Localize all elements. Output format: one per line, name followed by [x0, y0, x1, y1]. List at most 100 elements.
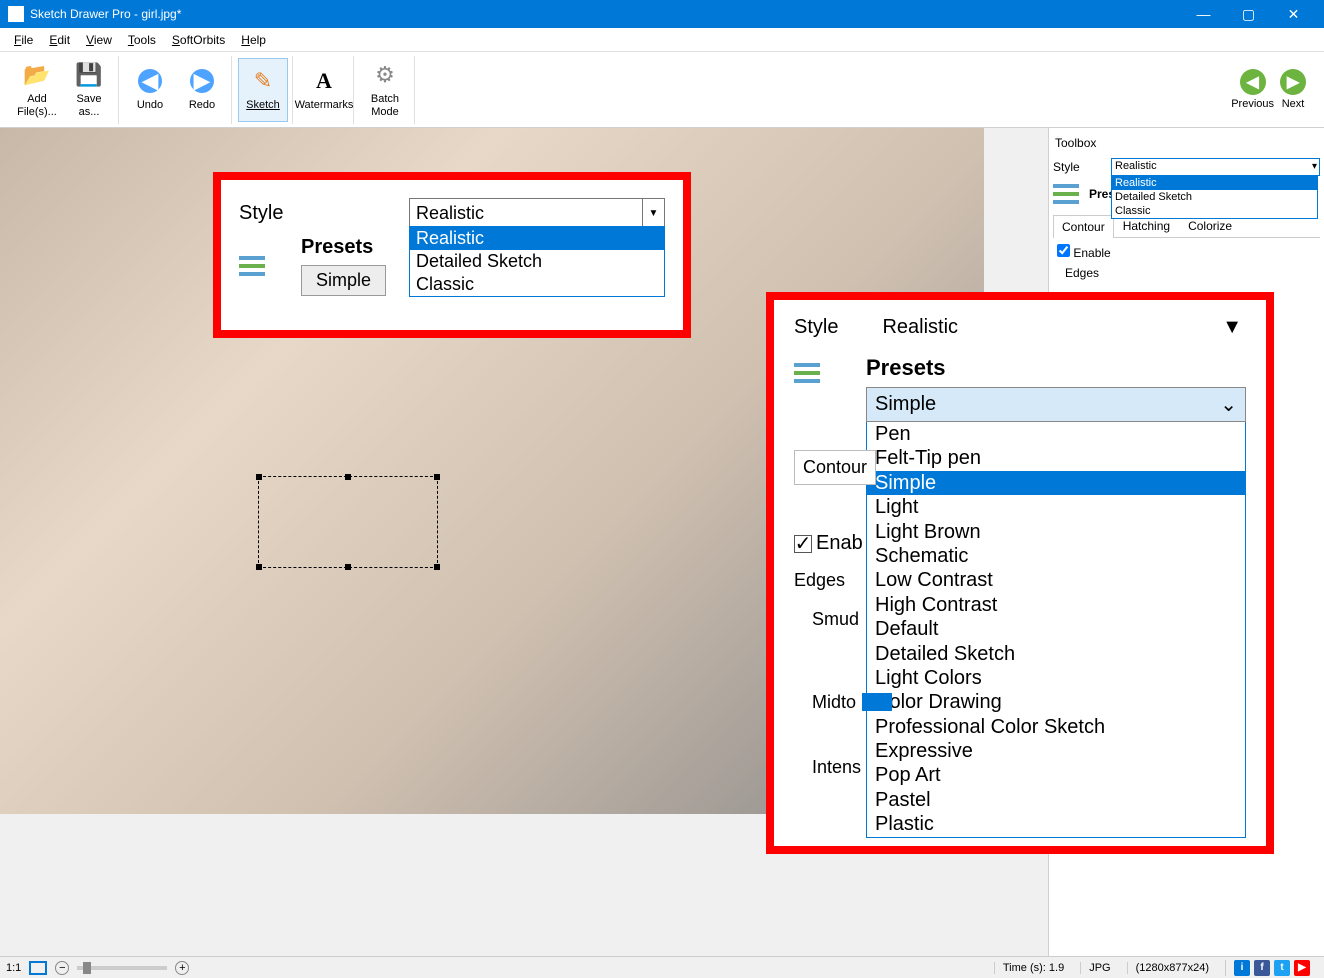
chevron-down-icon: ▼ [1222, 316, 1242, 339]
style-option[interactable]: Classic [410, 273, 664, 296]
sketch-button[interactable]: ✎ Sketch [238, 58, 288, 122]
social-links: i f t ▶ [1225, 960, 1318, 976]
style-option[interactable]: Detailed Sketch [1112, 190, 1317, 204]
youtube-icon[interactable]: ▶ [1294, 960, 1310, 976]
sliders-icon [239, 254, 285, 278]
facebook-icon[interactable]: f [1254, 960, 1270, 976]
style-select[interactable]: Realistic ▾ Realistic Detailed Sketch Cl… [1111, 158, 1320, 176]
enable-checkbox[interactable]: ✓ [794, 535, 812, 553]
titlebar: Sketch Drawer Pro - girl.jpg* — ▢ ✕ [0, 0, 1324, 28]
style-select[interactable]: Realistic ▼ [878, 314, 1246, 341]
selection-handle[interactable] [434, 564, 440, 570]
save-icon: 💾 [75, 61, 103, 89]
selection-handle[interactable] [345, 564, 351, 570]
status-dimensions: (1280x877x24) [1127, 962, 1217, 974]
batch-mode-button[interactable]: ⚙ Batch Mode [360, 58, 410, 122]
preset-option[interactable]: Pop Art [867, 763, 1245, 787]
undo-icon: ◀ [136, 67, 164, 95]
presets-label: Presets [301, 236, 386, 259]
sketch-icon: ✎ [249, 67, 277, 95]
window-title: Sketch Drawer Pro - girl.jpg* [30, 7, 1181, 21]
watermarks-button[interactable]: A Watermarks [299, 58, 349, 122]
toolbar: 📂 Add File(s)... 💾 Save as... ◀ Undo ▶ R… [0, 52, 1324, 128]
menu-tools[interactable]: Tools [122, 31, 162, 49]
preset-option[interactable]: Light [867, 495, 1245, 519]
preset-option[interactable]: Detailed Sketch [867, 642, 1245, 666]
tab-contour[interactable]: Contour [794, 450, 876, 485]
add-files-icon: 📂 [23, 61, 51, 89]
style-dropdown: Realistic Detailed Sketch Classic [1111, 175, 1318, 219]
batch-mode-icon: ⚙ [371, 61, 399, 89]
minimize-button[interactable]: — [1181, 0, 1226, 28]
tab-contour[interactable]: Contour [1053, 215, 1114, 238]
preset-option[interactable]: Color Drawing [867, 690, 1245, 714]
preset-option[interactable]: Simple [867, 471, 1245, 495]
fit-window-icon[interactable] [29, 961, 47, 975]
intensity-label: Intens [812, 757, 892, 778]
preset-option[interactable]: Plastic [867, 812, 1245, 836]
style-label: Style [239, 202, 379, 225]
presets-label: Presets [866, 355, 1246, 381]
app-icon [8, 6, 24, 22]
enable-checkbox[interactable]: Enable [1057, 246, 1111, 260]
chevron-down-icon: ▾ [1312, 161, 1317, 172]
style-option[interactable]: Classic [1112, 204, 1317, 218]
selection-rectangle[interactable] [258, 476, 438, 568]
preset-option[interactable]: Light Brown [867, 520, 1245, 544]
twitter-icon[interactable]: t [1274, 960, 1290, 976]
preset-button[interactable]: Simple [301, 265, 386, 296]
preset-option[interactable]: Professional Color Sketch [867, 715, 1245, 739]
sliders-icon [794, 355, 846, 385]
preset-option[interactable]: Default [867, 617, 1245, 641]
selection-handle[interactable] [256, 564, 262, 570]
zoom-ratio: 1:1 [6, 962, 21, 974]
preset-option[interactable]: Light Colors [867, 666, 1245, 690]
save-as-button[interactable]: 💾 Save as... [64, 58, 114, 122]
next-button[interactable]: ▶ Next [1280, 69, 1306, 110]
style-label: Style [794, 316, 838, 339]
zoom-in-button[interactable]: + [175, 961, 189, 975]
slider-group: Edges Smud Midto Intens [794, 552, 892, 796]
callout-style-panel: Style Realistic ▼ Realistic Detailed Ske… [213, 172, 691, 338]
previous-button[interactable]: ◀ Previous [1231, 69, 1274, 110]
status-time: Time (s): 1.9 [994, 962, 1072, 974]
preset-option[interactable]: Pen [867, 422, 1245, 446]
close-button[interactable]: ✕ [1271, 0, 1316, 28]
add-files-button[interactable]: 📂 Add File(s)... [12, 58, 62, 122]
statusbar: 1:1 − + Time (s): 1.9 JPG (1280x877x24) … [0, 956, 1324, 978]
sliders-icon [1053, 182, 1085, 206]
style-select[interactable]: Realistic ▼ Realistic Detailed Sketch Cl… [409, 198, 665, 228]
preset-option[interactable]: High Contrast [867, 593, 1245, 617]
maximize-button[interactable]: ▢ [1226, 0, 1271, 28]
style-dropdown: Realistic Detailed Sketch Classic [409, 226, 665, 297]
undo-button[interactable]: ◀ Undo [125, 58, 175, 122]
info-icon[interactable]: i [1234, 960, 1250, 976]
menu-view[interactable]: View [80, 31, 118, 49]
selection-handle[interactable] [434, 474, 440, 480]
redo-button[interactable]: ▶ Redo [177, 58, 227, 122]
menu-file[interactable]: File [8, 31, 39, 49]
menu-softorbits[interactable]: SoftOrbits [166, 31, 231, 49]
preset-dropdown: PenFelt-Tip penSimpleLightLight BrownSch… [866, 422, 1246, 838]
zoom-out-button[interactable]: − [55, 961, 69, 975]
selection-handle[interactable] [345, 474, 351, 480]
preset-option[interactable]: Schematic [867, 544, 1245, 568]
zoom-slider[interactable] [77, 966, 167, 970]
redo-icon: ▶ [188, 67, 216, 95]
preset-option[interactable]: Expressive [867, 739, 1245, 763]
preset-select[interactable]: Simple ⌄ [866, 387, 1246, 422]
menu-help[interactable]: Help [235, 31, 272, 49]
preset-option[interactable]: Pastel [867, 788, 1245, 812]
watermarks-icon: A [310, 67, 338, 95]
menu-edit[interactable]: Edit [43, 31, 76, 49]
toolbox-title: Toolbox [1053, 132, 1320, 154]
style-option[interactable]: Detailed Sketch [410, 250, 664, 273]
preset-option[interactable]: Low Contrast [867, 568, 1245, 592]
style-option[interactable]: Realistic [1112, 176, 1317, 190]
preset-option[interactable]: Felt-Tip pen [867, 446, 1245, 470]
slider-track[interactable] [862, 693, 892, 711]
edges-group-label: Edges [1053, 266, 1320, 280]
selection-handle[interactable] [256, 474, 262, 480]
style-option[interactable]: Realistic [410, 227, 664, 250]
style-label: Style [1053, 160, 1103, 174]
